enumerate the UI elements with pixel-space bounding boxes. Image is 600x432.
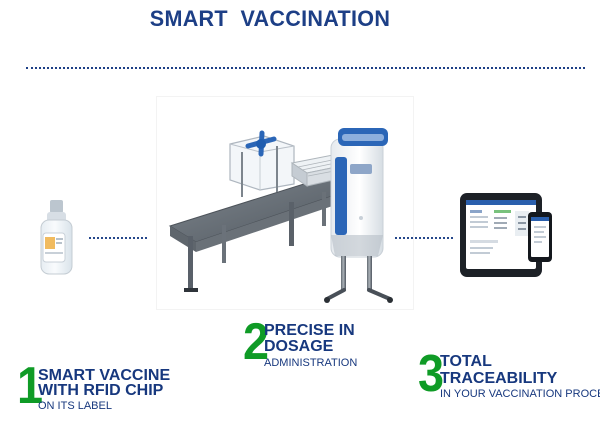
page-title: SMART VACCINATION [149, 6, 391, 31]
step-1-line-2: WITH RFID CHIP [38, 382, 164, 399]
smart-vaccination-page: SMART VACCINATION 1 SMART VACCINE WITH R… [0, 0, 600, 432]
right-connector-line [395, 237, 453, 239]
vaccine-vial-icon [40, 200, 73, 275]
step-1-line-3: ON ITS LABEL [38, 400, 112, 412]
step-2-line-3: ADMINISTRATION [264, 357, 358, 369]
title-divider [26, 67, 585, 69]
vaccination-machine-icon [168, 128, 393, 303]
step-2-line-2: DOSAGE [264, 338, 334, 355]
step-3-line-2: TRACEABILITY [440, 370, 558, 387]
step-2-line-1: PRECISE IN [264, 322, 355, 339]
step-3-line-3: IN YOUR VACCINATION PROCESS [440, 388, 600, 400]
tablet-phone-icon [460, 193, 552, 277]
step-3-line-1: TOTAL [440, 353, 492, 370]
left-connector-line [89, 237, 147, 239]
